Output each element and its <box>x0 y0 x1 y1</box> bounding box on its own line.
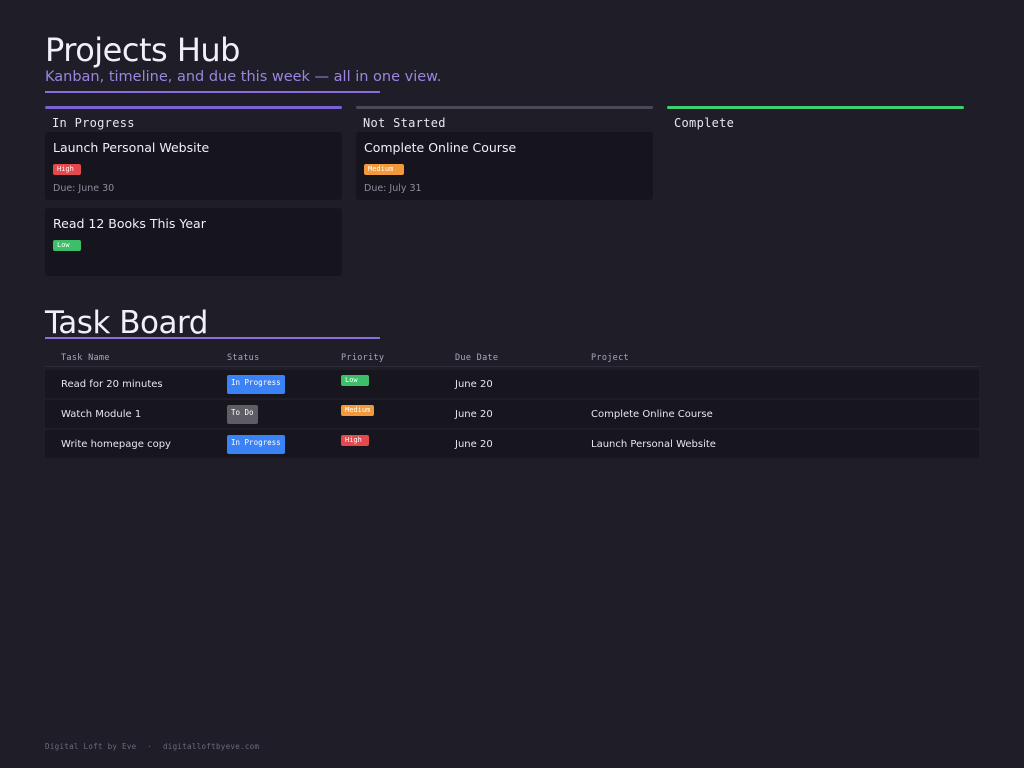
card-title: Complete Online Course <box>364 140 517 155</box>
column-accent-bar <box>356 106 653 109</box>
priority-badge: Medium <box>341 405 375 416</box>
priority-badge: Low <box>53 240 81 251</box>
kanban-column-not-started: Not Started Complete Online Course Mediu… <box>356 106 653 208</box>
column-title: In Progress <box>52 116 135 130</box>
task-name: Read for 20 minutes <box>61 379 163 390</box>
footer-brand: Digital Loft by Eve <box>45 742 137 751</box>
column-title: Complete <box>674 116 735 130</box>
status-badge: In Progress <box>227 435 285 454</box>
title-underline <box>45 91 380 93</box>
due-date: June 20 <box>455 409 493 420</box>
due-date: June 20 <box>455 439 493 450</box>
priority-badge: Low <box>341 375 369 386</box>
priority-badge: Medium <box>364 164 404 175</box>
priority-badge: High <box>341 435 369 446</box>
card-due-date: Due: July 31 <box>364 183 422 194</box>
status-badge: To Do <box>227 405 258 424</box>
table-row[interactable]: Read for 20 minutes In Progress Low June… <box>45 370 979 398</box>
status-badge: In Progress <box>227 375 285 394</box>
kanban-column-complete: Complete <box>667 106 964 131</box>
column-title: Not Started <box>363 116 446 130</box>
footer: Digital Loft by Eve · digitalloftbyeve.c… <box>45 742 259 751</box>
table-header: Task Name Status Priority Due Date Proje… <box>45 350 979 367</box>
page-title: Projects Hub <box>45 31 240 69</box>
task-name: Watch Module 1 <box>61 409 142 420</box>
project-card[interactable]: Launch Personal Website High Due: June 3… <box>45 132 342 200</box>
column-header-due-date[interactable]: Due Date <box>455 352 498 364</box>
table-row[interactable]: Watch Module 1 To Do Medium June 20 Comp… <box>45 400 979 428</box>
card-due-date: Due: June 30 <box>53 183 115 194</box>
table-row[interactable]: Write homepage copy In Progress High Jun… <box>45 430 979 458</box>
project-name: Complete Online Course <box>591 409 713 420</box>
project-card[interactable]: Complete Online Course Medium Due: July … <box>356 132 653 200</box>
column-header-project[interactable]: Project <box>591 352 629 364</box>
project-name: Launch Personal Website <box>591 439 716 450</box>
footer-separator: · <box>147 742 153 751</box>
task-name: Write homepage copy <box>61 439 171 450</box>
priority-badge: High <box>53 164 81 175</box>
column-accent-bar <box>667 106 964 109</box>
page-subtitle: Kanban, timeline, and due this week — al… <box>45 69 442 85</box>
task-table: Task Name Status Priority Due Date Proje… <box>45 350 979 458</box>
kanban-column-in-progress: In Progress Launch Personal Website High… <box>45 106 342 284</box>
column-header-priority[interactable]: Priority <box>341 352 384 364</box>
column-accent-bar <box>45 106 342 109</box>
card-title: Read 12 Books This Year <box>53 216 206 231</box>
due-date: June 20 <box>455 379 493 390</box>
task-board-underline <box>45 337 380 339</box>
project-card[interactable]: Read 12 Books This Year Low <box>45 208 342 276</box>
footer-link[interactable]: digitalloftbyeve.com <box>163 742 259 751</box>
column-header-status[interactable]: Status <box>227 352 260 364</box>
column-header-task-name[interactable]: Task Name <box>61 352 110 364</box>
card-title: Launch Personal Website <box>53 140 210 155</box>
